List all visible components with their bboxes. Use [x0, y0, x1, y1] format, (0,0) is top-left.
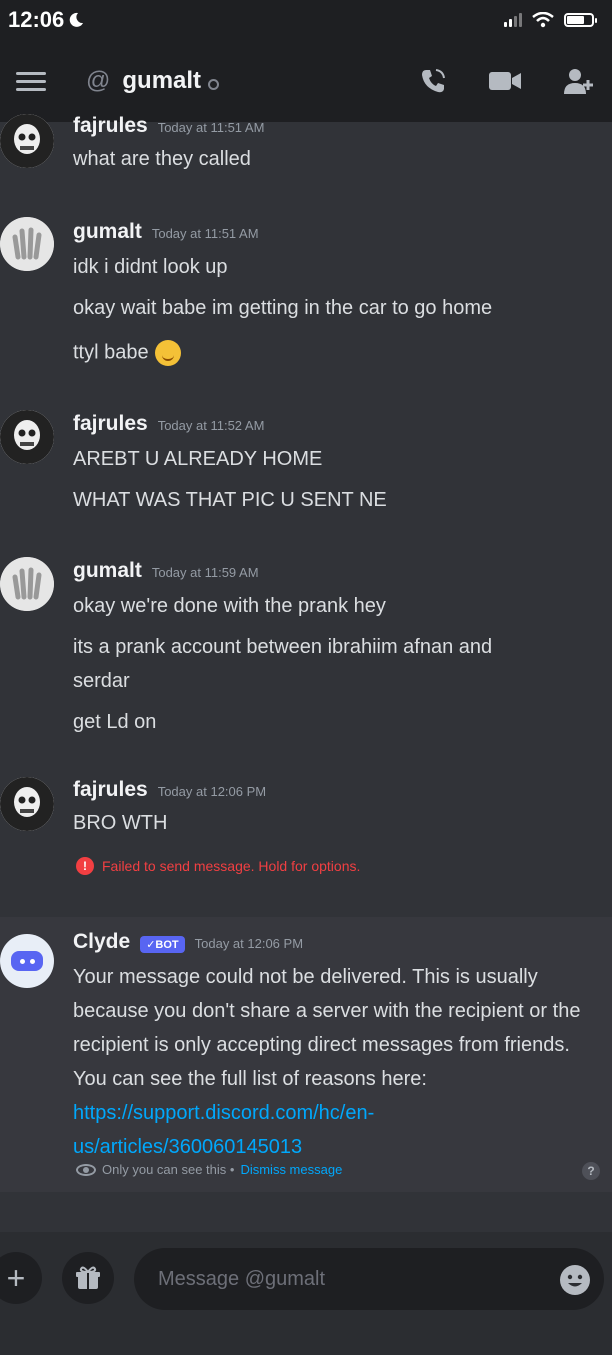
wifi-icon	[532, 12, 554, 28]
status-icons	[504, 12, 597, 28]
message-header: fajrules Today at 11:52 AM	[73, 412, 264, 436]
clyde-avatar[interactable]	[0, 934, 54, 988]
avatar[interactable]	[0, 410, 54, 464]
timestamp: Today at 11:51 AM	[151, 226, 259, 241]
timestamp: Today at 11:52 AM	[157, 418, 265, 433]
username[interactable]: fajrules	[73, 412, 148, 436]
status-time: 12:06	[8, 7, 84, 33]
gift-icon	[76, 1266, 100, 1289]
message-text: ttyl babe	[73, 340, 181, 366]
channel-name[interactable]: gumalt	[122, 67, 201, 95]
support-link[interactable]: https://support.discord.com/hc/en-us/art…	[73, 1102, 374, 1158]
help-icon[interactable]: ?	[582, 1162, 600, 1180]
face-blowing-kiss-icon	[154, 340, 181, 366]
message-header: fajrules Today at 11:51 AM	[73, 114, 264, 138]
gift-button[interactable]	[62, 1252, 114, 1304]
username[interactable]: fajrules	[73, 114, 148, 138]
error-icon: !	[76, 857, 94, 875]
avatar[interactable]	[0, 777, 54, 831]
message-text: its a prank account between ibrahiim afn…	[73, 636, 493, 658]
header-actions	[418, 66, 596, 96]
avatar[interactable]	[0, 217, 54, 271]
username[interactable]: gumalt	[73, 559, 142, 583]
signal-icon	[504, 13, 522, 27]
members-icon[interactable]	[562, 66, 596, 96]
timestamp: Today at 12:06 PM	[157, 784, 267, 799]
message-header: fajrules Today at 12:06 PM	[73, 778, 266, 802]
dismiss-message-link[interactable]: Dismiss message	[240, 1162, 342, 1177]
timestamp: Today at 12:06 PM	[194, 936, 304, 951]
clyde-robot-icon	[11, 951, 43, 971]
message-header: gumalt Today at 11:59 AM	[73, 559, 259, 583]
avatar[interactable]	[0, 114, 54, 168]
clyde-message-text: Your message could not be delivered. Thi…	[73, 960, 603, 1164]
emoji-picker-button[interactable]	[560, 1265, 590, 1295]
ephemeral-notice: Only you can see this • Dismiss message	[76, 1162, 342, 1177]
username[interactable]: Clyde	[73, 930, 130, 954]
message-header: gumalt Today at 11:51 AM	[73, 220, 259, 244]
username[interactable]: fajrules	[73, 778, 148, 802]
at-icon: @	[86, 67, 111, 94]
moon-icon	[70, 12, 84, 27]
message-composer: +	[0, 1232, 612, 1355]
message-text: get Ld on	[73, 711, 157, 733]
attach-button[interactable]: +	[0, 1252, 42, 1304]
failed-send-text: Failed to send message. Hold for options…	[102, 858, 361, 874]
message-header: Clyde ✓BOT Today at 12:06 PM	[73, 930, 303, 954]
message-text: WHAT WAS THAT PIC U SENT NE	[73, 489, 387, 511]
message-text: AREBT U ALREADY HOME	[73, 448, 323, 470]
only-you-text: Only you can see this •	[102, 1162, 235, 1177]
failed-send-notice[interactable]: ! Failed to send message. Hold for optio…	[76, 857, 360, 875]
status-bar: 12:06	[0, 0, 612, 40]
eye-icon	[76, 1163, 96, 1176]
message-input[interactable]	[134, 1248, 604, 1310]
battery-icon	[564, 13, 597, 27]
username[interactable]: gumalt	[73, 220, 142, 244]
clock-text: 12:06	[8, 7, 65, 32]
message-text: BRO WTH	[73, 812, 168, 834]
timestamp: Today at 11:51 AM	[157, 120, 265, 135]
message-text: serdar	[73, 670, 130, 692]
avatar[interactable]	[0, 557, 54, 611]
message-text-content: ttyl babe	[73, 341, 149, 364]
message-text: what are they called	[73, 148, 251, 170]
message-text: idk i didnt look up	[73, 256, 228, 278]
clyde-text-body: Your message could not be delivered. Thi…	[73, 966, 581, 1090]
video-call-icon[interactable]	[488, 69, 522, 93]
message-text: okay wait babe im getting in the car to …	[73, 297, 493, 319]
channel-header: @ gumalt	[0, 40, 612, 122]
phone-call-icon[interactable]	[418, 66, 448, 96]
message-text: okay we're done with the prank hey	[73, 595, 386, 617]
menu-icon[interactable]	[16, 71, 46, 91]
message-list[interactable]: fajrules Today at 11:51 AM what are they…	[0, 114, 612, 1232]
bot-badge: ✓BOT	[140, 936, 185, 953]
timestamp: Today at 11:59 AM	[151, 565, 259, 580]
smiley-icon	[561, 1266, 589, 1294]
status-indicator-icon	[208, 78, 220, 90]
